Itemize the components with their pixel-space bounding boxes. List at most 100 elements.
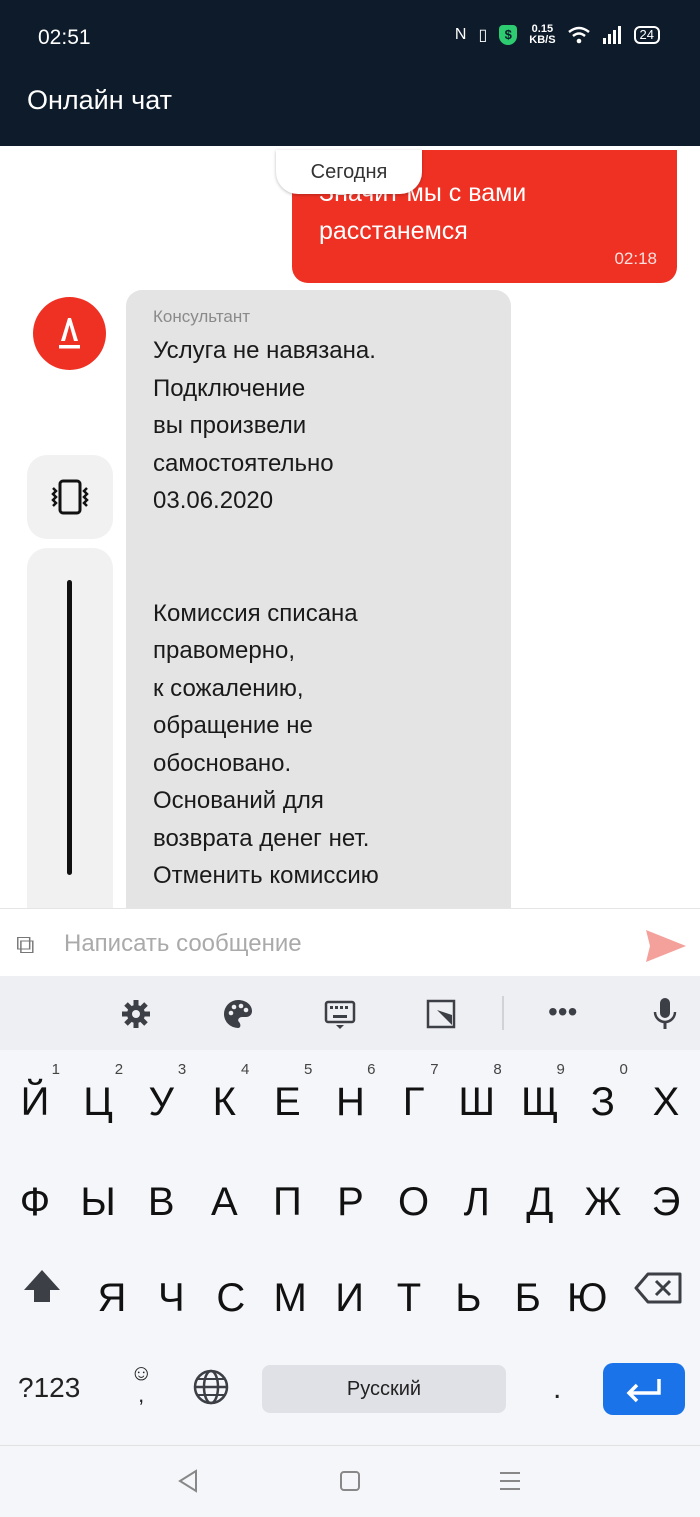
keyboard: Й1Ц2У3К4Е5Н6Г7Ш8Щ9З0Х ФЫВАПРОЛДЖЭ ЯЧСМИТ… [0,1050,700,1445]
network-speed-unit: KB/S [529,34,556,46]
key-label: Ж [584,1180,622,1224]
key[interactable]: К4 [193,1050,255,1140]
period-key[interactable]: . [553,1372,561,1406]
key[interactable]: Я [81,1246,143,1336]
key-hint: 2 [114,1061,124,1078]
keyboard-icon[interactable] [324,998,356,1030]
key[interactable]: Ю [556,1246,618,1336]
status-time: 02:51 [38,26,91,49]
recents-icon[interactable] [498,1468,522,1494]
key[interactable]: Ч [140,1246,202,1336]
key[interactable]: Л [446,1150,508,1240]
key[interactable]: Р [320,1150,382,1240]
key-label: Ч [158,1276,185,1320]
backspace-key[interactable] [630,1256,686,1318]
key[interactable]: Ы [67,1150,129,1240]
key[interactable]: А [193,1150,255,1240]
key[interactable]: Ь [437,1246,499,1336]
enter-key[interactable] [603,1363,685,1415]
key[interactable]: Г7 [383,1050,445,1140]
key-label: Э [651,1180,681,1224]
key-label: Д [526,1180,554,1224]
network-speed: 0.15 KB/S [529,24,555,46]
key-label: Н [336,1080,365,1124]
key[interactable]: Ц2 [67,1050,129,1140]
key[interactable]: Ж [572,1150,634,1240]
numbers-key[interactable]: ?123 [18,1372,80,1404]
key-label: Я [97,1276,127,1320]
comma-label: , [138,1382,145,1407]
nfc-icon: N [454,26,467,43]
key-hint: 8 [493,1061,502,1078]
space-key[interactable]: Русский [262,1365,506,1413]
vibrate-icon [51,479,89,515]
key[interactable]: Б [497,1246,559,1336]
key-label: М [273,1276,307,1320]
key[interactable]: Д [509,1150,571,1240]
language-key[interactable] [192,1368,230,1406]
key[interactable]: Ф [4,1150,66,1240]
key[interactable]: С [200,1246,262,1336]
key-label: З [590,1080,615,1124]
key[interactable]: П [256,1150,318,1240]
key[interactable]: Н6 [320,1050,382,1140]
key-hint: 6 [367,1061,376,1078]
key[interactable]: В [130,1150,192,1240]
key[interactable]: Й1 [4,1050,66,1140]
settings-icon[interactable] [120,998,152,1030]
key-label: Е [274,1080,301,1124]
key-label: Ы [80,1180,116,1224]
volume-slider[interactable] [67,580,72,875]
key-label: Ф [19,1180,51,1224]
key[interactable]: У3 [130,1050,192,1140]
mic-icon[interactable] [652,996,678,1030]
key[interactable]: З0 [572,1050,634,1140]
key[interactable]: М [259,1246,321,1336]
key[interactable]: И [319,1246,381,1336]
key[interactable]: Э [635,1150,697,1240]
key[interactable]: Щ9 [509,1050,571,1140]
key-label: О [398,1180,430,1224]
home-icon[interactable] [339,1468,361,1494]
key[interactable]: Т [378,1246,440,1336]
key-label: Ц [83,1080,113,1124]
key-label: Ю [566,1276,608,1320]
vibrate-mode-button[interactable] [27,455,113,539]
toolbar-divider [502,996,504,1030]
wifi-icon [567,26,590,44]
attach-icon[interactable]: ⧉ [16,929,35,961]
key-label: Б [514,1276,541,1320]
key[interactable]: О [383,1150,445,1240]
key[interactable]: Е5 [256,1050,318,1140]
message-input[interactable] [64,923,624,965]
key-label: Ь [455,1276,482,1320]
key[interactable]: Ш8 [446,1050,508,1140]
key-label: И [335,1276,364,1320]
key[interactable]: Х [635,1050,697,1140]
keyboard-toolbar: ••• [0,976,700,1050]
system-nav-bar [0,1445,700,1517]
key-label: Ш [458,1080,496,1124]
send-button[interactable] [644,928,688,964]
shift-key[interactable] [14,1256,70,1318]
back-icon[interactable] [176,1468,200,1494]
incoming-message-text: Услуга не навязана. Подключение вы произ… [153,337,379,889]
resize-icon[interactable] [425,998,457,1030]
battery-indicator: 24 [633,26,660,44]
emoji-icon: ☺ [130,1360,153,1385]
date-divider: Сегодня [276,150,422,194]
palette-icon[interactable] [222,998,254,1030]
key-label: У [148,1080,174,1124]
key-hint: 5 [304,1061,313,1078]
key-hint: 1 [51,1061,60,1078]
enter-icon [626,1379,661,1403]
key-label: Щ [521,1080,559,1124]
avatar [33,297,106,370]
incoming-message[interactable]: Консультант Услуга не навязана. Подключе… [126,290,511,908]
more-icon[interactable]: ••• [548,996,577,1028]
emoji-comma-key[interactable]: ☺ , [130,1362,152,1406]
key-label: Г [402,1080,425,1124]
key-hint: 3 [177,1061,187,1078]
message-composer: ⧉ [0,908,700,976]
key-hint: 7 [430,1061,439,1078]
